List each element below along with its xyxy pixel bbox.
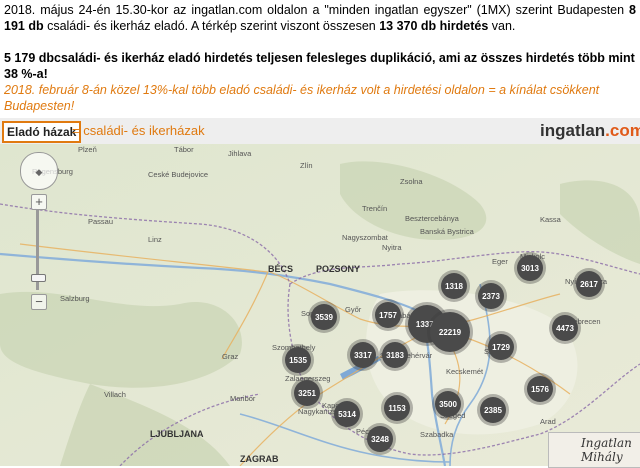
comparison-note: 2018. február 8-án közel 13%-kal több el… [4,83,600,113]
intro-paragraph: 2018. május 24-én 15.30-kor az ingatlan.… [4,2,636,34]
intro-text-2: családi- és ikerház eladó. A térkép szer… [43,19,380,33]
duplication-text: családi- és ikerház eladó hirdetés telje… [4,51,635,81]
cluster-count: 5314 [338,410,356,419]
place-label: Villach [104,390,126,399]
place-label: Passau [88,217,113,226]
cluster-count: 2617 [580,280,598,289]
place-label: Arad [540,417,556,426]
place-label: Jihlava [228,149,252,158]
duplication-count: 5 179 db [4,51,55,65]
cluster-count: 1318 [445,282,463,291]
cluster-count: 3317 [354,351,372,360]
cluster-count: 4473 [556,324,574,333]
cluster-marker[interactable]: 5314 [331,398,363,430]
cluster-marker[interactable]: 3539 [308,301,340,333]
cluster-marker[interactable]: 1576 [524,373,556,405]
place-label: Salzburg [60,294,90,303]
cluster-marker[interactable]: 1153 [381,392,413,424]
cluster-count: 1729 [492,343,510,352]
place-label: Plzeň [78,145,97,154]
cluster-count: 3251 [298,389,316,398]
place-label: Maribor [230,394,256,403]
intro-text: 2018. május 24-én 15.30-kor az ingatlan.… [4,3,625,17]
property-type-tag[interactable]: Eladó házak [2,121,82,143]
place-label: Banská Bystrica [420,227,475,236]
map-canvas: RegensburgCeské BudejovicePlzeňZlínTábor… [0,144,640,466]
cluster-count: 2373 [482,292,500,301]
cluster-count: 3539 [315,313,333,322]
place-label: Besztercebánya [405,214,460,223]
zoom-out-button[interactable]: − [31,294,47,310]
place-label: Nagyszombat [342,233,389,242]
place-label: Tábor [174,145,194,154]
place-label: ZAGRAB [240,454,279,464]
place-label: POZSONY [316,264,360,274]
cluster-marker[interactable]: 1535 [282,344,314,376]
cluster-marker[interactable]: 3013 [514,252,546,284]
place-label: Kassa [540,215,562,224]
cluster-count: 22219 [439,328,462,337]
cluster-count: 3500 [439,400,457,409]
place-label: Zlín [300,161,313,170]
place-label: Linz [148,235,162,244]
place-label: Graz [222,352,239,361]
cluster-count: 2385 [484,406,502,415]
cluster-marker[interactable]: 1729 [485,331,517,363]
cluster-map[interactable]: RegensburgCeské BudejovicePlzeňZlínTábor… [0,144,640,466]
intro-count-ads: 13 370 db hirdetés [379,19,489,33]
place-label: Kecskemét [446,367,484,376]
place-label: Győr [345,305,362,314]
cluster-marker[interactable]: 3251 [291,377,323,409]
cluster-marker[interactable]: 1757 [372,299,404,331]
cluster-count: 1576 [531,385,549,394]
cluster-count: 1535 [289,356,307,365]
place-label: Nyitra [382,243,402,252]
cluster-count: 3248 [371,435,389,444]
cluster-marker[interactable]: 22219 [427,309,473,355]
logo-tld: com [609,121,640,140]
zoom-in-button[interactable]: + [31,194,47,210]
cluster-marker[interactable]: 2617 [573,268,605,300]
cluster-count: 1757 [379,311,397,320]
pan-control[interactable]: ◆ [20,152,58,190]
place-label: Ceské Budejovice [148,170,208,179]
cluster-marker[interactable]: 1318 [438,270,470,302]
property-type-description: = családi- és ikerházak [72,123,205,138]
cluster-marker[interactable]: 3500 [432,388,464,420]
place-label: LJUBLJANA [150,429,204,439]
cluster-marker[interactable]: 2385 [477,394,509,426]
author-signature: Ingatlan Mihály [548,432,640,468]
cluster-marker[interactable]: 4473 [549,312,581,344]
cluster-count: 1153 [388,404,406,413]
pan-arrows-icon: ◆ [35,167,43,177]
place-label: Szabadka [420,430,454,439]
cluster-marker[interactable]: 3248 [364,423,396,455]
intro-text-3: van. [488,19,516,33]
cluster-count: 3013 [521,264,539,273]
signature-text: Ingatlan Mihály [581,436,632,464]
logo-name: ingatlan [540,121,606,140]
zoom-slider-handle[interactable] [31,274,46,282]
place-label: Zsolna [400,177,423,186]
place-label: Eger [492,257,508,266]
cluster-count: 3183 [386,351,404,360]
cluster-marker[interactable]: 2373 [475,280,507,312]
place-label: BÉCS [268,264,293,274]
cluster-marker[interactable]: 3317 [347,339,379,371]
cluster-marker[interactable]: 3183 [379,339,411,371]
place-label: Trenčín [362,204,387,213]
ingatlan-logo[interactable]: ingatlan.com [540,121,640,141]
duplication-paragraph: 5 179 dbcsaládi- és ikerház eladó hirdet… [4,50,636,82]
